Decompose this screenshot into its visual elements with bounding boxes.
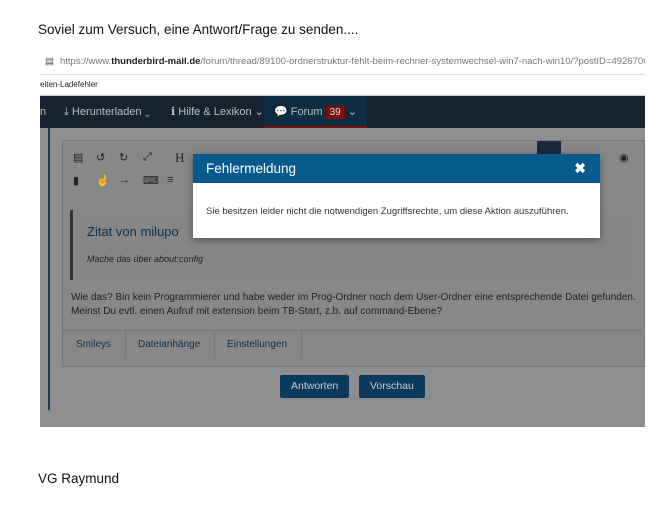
list-icon[interactable]: ≡: [167, 174, 173, 186]
dialog-title: Fehlermeldung: [206, 161, 297, 176]
source-icon[interactable]: ▤: [73, 151, 83, 164]
undo-icon[interactable]: ↺: [96, 151, 105, 164]
redo-icon[interactable]: ↻: [119, 151, 128, 164]
bookmarks-bar: eiten-Ladefehler: [40, 75, 645, 96]
download-icon: ⤓: [64, 106, 72, 118]
forum-badge: 39: [325, 106, 345, 119]
fullscreen-icon[interactable]: ⤢: [143, 151, 152, 164]
hand-icon[interactable]: ☝: [96, 174, 110, 187]
nav-item-partial[interactable]: n: [40, 96, 46, 128]
chat-icon: 💬: [274, 106, 291, 118]
dialog-header: Fehlermeldung ✖: [193, 154, 600, 183]
preview-button[interactable]: Vorschau: [359, 375, 425, 398]
arrow-icon[interactable]: →: [119, 174, 130, 186]
nav-bar: n ⤓ Herunterladen ⌄ ℹ Hilfe & Lexikon ⌄ …: [40, 96, 645, 128]
nav-item-help[interactable]: ℹ Hilfe & Lexikon ⌄: [171, 96, 264, 128]
bookmark[interactable]: eiten-Ladefehler: [40, 80, 98, 89]
quote-text: Mache das über about:config: [87, 254, 204, 264]
close-icon[interactable]: ✖: [574, 154, 586, 183]
book-icon[interactable]: ▮: [73, 174, 79, 187]
heading-icon[interactable]: H: [175, 150, 184, 166]
dialog-message: Sie besitzen leider nicht die notwendige…: [206, 206, 569, 217]
keyboard-icon[interactable]: ⌨: [143, 174, 159, 187]
tab-smileys[interactable]: Smileys: [62, 331, 127, 359]
address-bar[interactable]: ▤ https://www.thunderbird-mail.de/forum/t…: [40, 50, 645, 75]
submit-button[interactable]: Antworten: [280, 375, 350, 398]
nav-item-download[interactable]: ⤓ Herunterladen ⌄: [64, 96, 150, 128]
screenshot: ▤ https://www.thunderbird-mail.de/forum/t…: [40, 50, 645, 427]
tab-attachments[interactable]: Dateianhänge: [124, 331, 216, 359]
error-dialog: Fehlermeldung ✖ Sie besitzen leider nich…: [193, 154, 600, 238]
message-text[interactable]: Wie das? Bin kein Programmierer und habe…: [71, 291, 641, 319]
signature: VG Raymund: [38, 471, 120, 486]
page-icon: ▤: [45, 56, 54, 67]
eye-icon[interactable]: ◉: [619, 151, 629, 164]
tab-settings[interactable]: Einstellungen: [213, 331, 303, 359]
nav-item-forum[interactable]: 💬 Forum 39 ⌄: [264, 96, 368, 128]
editor-tabs: Smileys Dateianhänge Einstellungen: [62, 330, 643, 359]
quote-title: Zitat von milupo: [87, 224, 179, 239]
divider: [48, 128, 50, 410]
intro-text: Soviel zum Versuch, eine Antwort/Frage z…: [38, 22, 359, 37]
